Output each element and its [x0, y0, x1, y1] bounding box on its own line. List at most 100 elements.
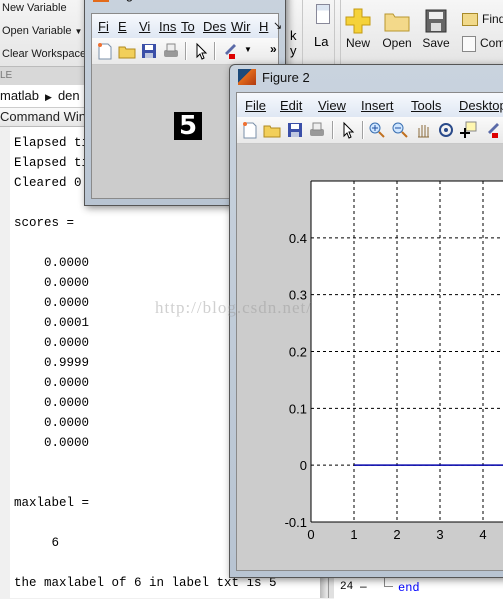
- print-icon[interactable]: [308, 121, 326, 139]
- figure-1-toolbar: ▼ »: [92, 38, 278, 65]
- open-folder-icon: [377, 6, 417, 36]
- command-output-line: 0.0000: [14, 436, 90, 450]
- x-tick-label: 1: [350, 527, 357, 542]
- command-output-line: 0.9999: [14, 356, 90, 370]
- command-output-line: scores =: [14, 216, 75, 230]
- matlab-logo-icon: [93, 0, 109, 2]
- matlab-logo-icon: [238, 69, 256, 85]
- brush-icon[interactable]: [220, 42, 238, 60]
- x-tick-label: 3: [436, 527, 443, 542]
- menu-insert[interactable]: Ins: [159, 19, 176, 34]
- menu-file[interactable]: File: [245, 98, 266, 113]
- command-output-line: 0.0000: [14, 276, 90, 290]
- scores-plot[interactable]: 0 1 2 3 4-0.100.10.20.30.4: [237, 144, 503, 564]
- pointer-icon[interactable]: [339, 121, 357, 139]
- menu-view[interactable]: View: [318, 98, 346, 113]
- keyword-end: end: [398, 581, 420, 595]
- x-tick-label: 2: [393, 527, 400, 542]
- open-file-icon[interactable]: [263, 121, 281, 139]
- toolbar-overflow-icon[interactable]: »: [270, 42, 277, 56]
- figure-2-titlebar[interactable]: Figure 2: [238, 69, 310, 85]
- layout-button[interactable]: La: [314, 34, 328, 49]
- new-script-button[interactable]: New: [338, 6, 378, 50]
- new-plus-icon: [338, 6, 378, 36]
- compare-button[interactable]: Com: [462, 36, 503, 52]
- ribbon-section-label: LE: [0, 66, 90, 85]
- menu-edit[interactable]: E: [118, 19, 127, 34]
- figure-1-menubar: Fi E Vi Ins To Des Wir H ↘: [92, 14, 282, 38]
- command-output-line: 0.0000: [14, 296, 90, 310]
- menu-desktop[interactable]: Desktop: [459, 98, 503, 113]
- command-output-line: 0.0000: [14, 396, 90, 410]
- x-tick-label: 0: [307, 527, 314, 542]
- ribbon-variable-section: New Variable Open Variable ▼ Clear Worksp…: [0, 0, 86, 66]
- new-figure-icon[interactable]: [96, 42, 114, 60]
- command-output-line: 0.0000: [14, 376, 90, 390]
- open-variable-label: Open Variable: [2, 25, 72, 37]
- command-window-title: Command Window: [0, 108, 110, 127]
- open-button[interactable]: Open: [377, 6, 417, 50]
- command-output-line: Elapsed ti: [14, 156, 90, 170]
- zoom-out-icon[interactable]: [391, 121, 409, 139]
- y-tick-label: 0.1: [289, 401, 307, 416]
- dropdown-caret-icon[interactable]: ▼: [75, 27, 83, 36]
- brush-icon[interactable]: [483, 121, 501, 139]
- breadcrumb-matlab[interactable]: matlab: [0, 88, 39, 103]
- figure-2-client: File Edit View Insert Tools Desktop 0 1 2 3…: [236, 92, 503, 571]
- breakpoint-dash[interactable]: –: [360, 579, 367, 593]
- command-output-line: 6: [14, 536, 60, 550]
- current-folder-breadcrumb[interactable]: matlab ▶ den: [0, 85, 90, 108]
- y-tick-label: -0.1: [285, 515, 307, 530]
- command-output-line: 0.0000: [14, 416, 90, 430]
- menu-overflow-icon[interactable]: ↘: [273, 19, 282, 32]
- menu-file[interactable]: Fi: [98, 19, 109, 34]
- ribbon-file-section: ky La New Open Save Find Com: [290, 0, 503, 66]
- command-output-line: maxlabel =: [14, 496, 90, 510]
- command-output-line: 0.0000: [14, 256, 90, 270]
- menu-view[interactable]: Vi: [139, 19, 150, 34]
- save-disk-icon: [416, 6, 456, 36]
- save-icon[interactable]: [140, 42, 158, 60]
- breadcrumb-demo[interactable]: den: [58, 88, 80, 103]
- menu-window[interactable]: Wir: [231, 19, 251, 34]
- clear-workspace-button[interactable]: Clear Workspace: [2, 48, 86, 60]
- menu-edit[interactable]: Edit: [280, 98, 302, 113]
- x-tick-label: 4: [479, 527, 486, 542]
- brush-dropdown-icon[interactable]: ▼: [244, 45, 252, 54]
- menu-tools[interactable]: Tools: [411, 98, 441, 113]
- open-variable-button[interactable]: Open Variable ▼: [2, 25, 82, 37]
- menu-tools[interactable]: To: [181, 19, 195, 34]
- figure-2-window[interactable]: Figure 2 File Edit View Insert Tools Des…: [229, 64, 503, 578]
- new-figure-icon[interactable]: [241, 121, 259, 139]
- y-tick-label: 0: [300, 458, 307, 473]
- figure-2-canvas: 0 1 2 3 4 -0.1 0 0.1 0.2 0.3 0.4: [237, 144, 503, 570]
- y-tick-label: 0.2: [289, 345, 307, 360]
- new-variable-button[interactable]: New Variable: [2, 2, 67, 14]
- compare-doc-icon: [462, 36, 476, 52]
- zoom-in-icon[interactable]: [368, 121, 386, 139]
- rotate-3d-icon[interactable]: [437, 121, 455, 139]
- menu-insert[interactable]: Insert: [361, 98, 394, 113]
- data-cursor-icon[interactable]: [459, 121, 477, 139]
- open-file-icon[interactable]: [118, 42, 136, 60]
- digit-image: 5: [174, 112, 202, 140]
- figure-1-titlebar[interactable]: Figure 1: [93, 0, 163, 2]
- find-folder-icon: [462, 13, 478, 27]
- pan-hand-icon[interactable]: [414, 121, 432, 139]
- breadcrumb-separator-icon: ▶: [45, 92, 52, 102]
- menu-help[interactable]: H: [259, 19, 268, 34]
- ribbon-partial-label: ky: [290, 28, 297, 58]
- pointer-icon[interactable]: [192, 42, 210, 60]
- command-output-line: 0.0001: [14, 316, 90, 330]
- command-output-line: 0.0000: [14, 336, 90, 350]
- print-icon[interactable]: [162, 42, 180, 60]
- line-number: 24: [340, 581, 354, 593]
- layout-icon[interactable]: [316, 4, 330, 24]
- save-button[interactable]: Save: [416, 6, 456, 50]
- command-output-line: Elapsed ti: [14, 136, 90, 150]
- menu-desktop[interactable]: Des: [203, 19, 226, 34]
- y-tick-label: 0.4: [289, 231, 307, 246]
- find-files-button[interactable]: Find: [462, 12, 503, 27]
- y-tick-label: 0.3: [289, 288, 307, 303]
- save-icon[interactable]: [286, 121, 304, 139]
